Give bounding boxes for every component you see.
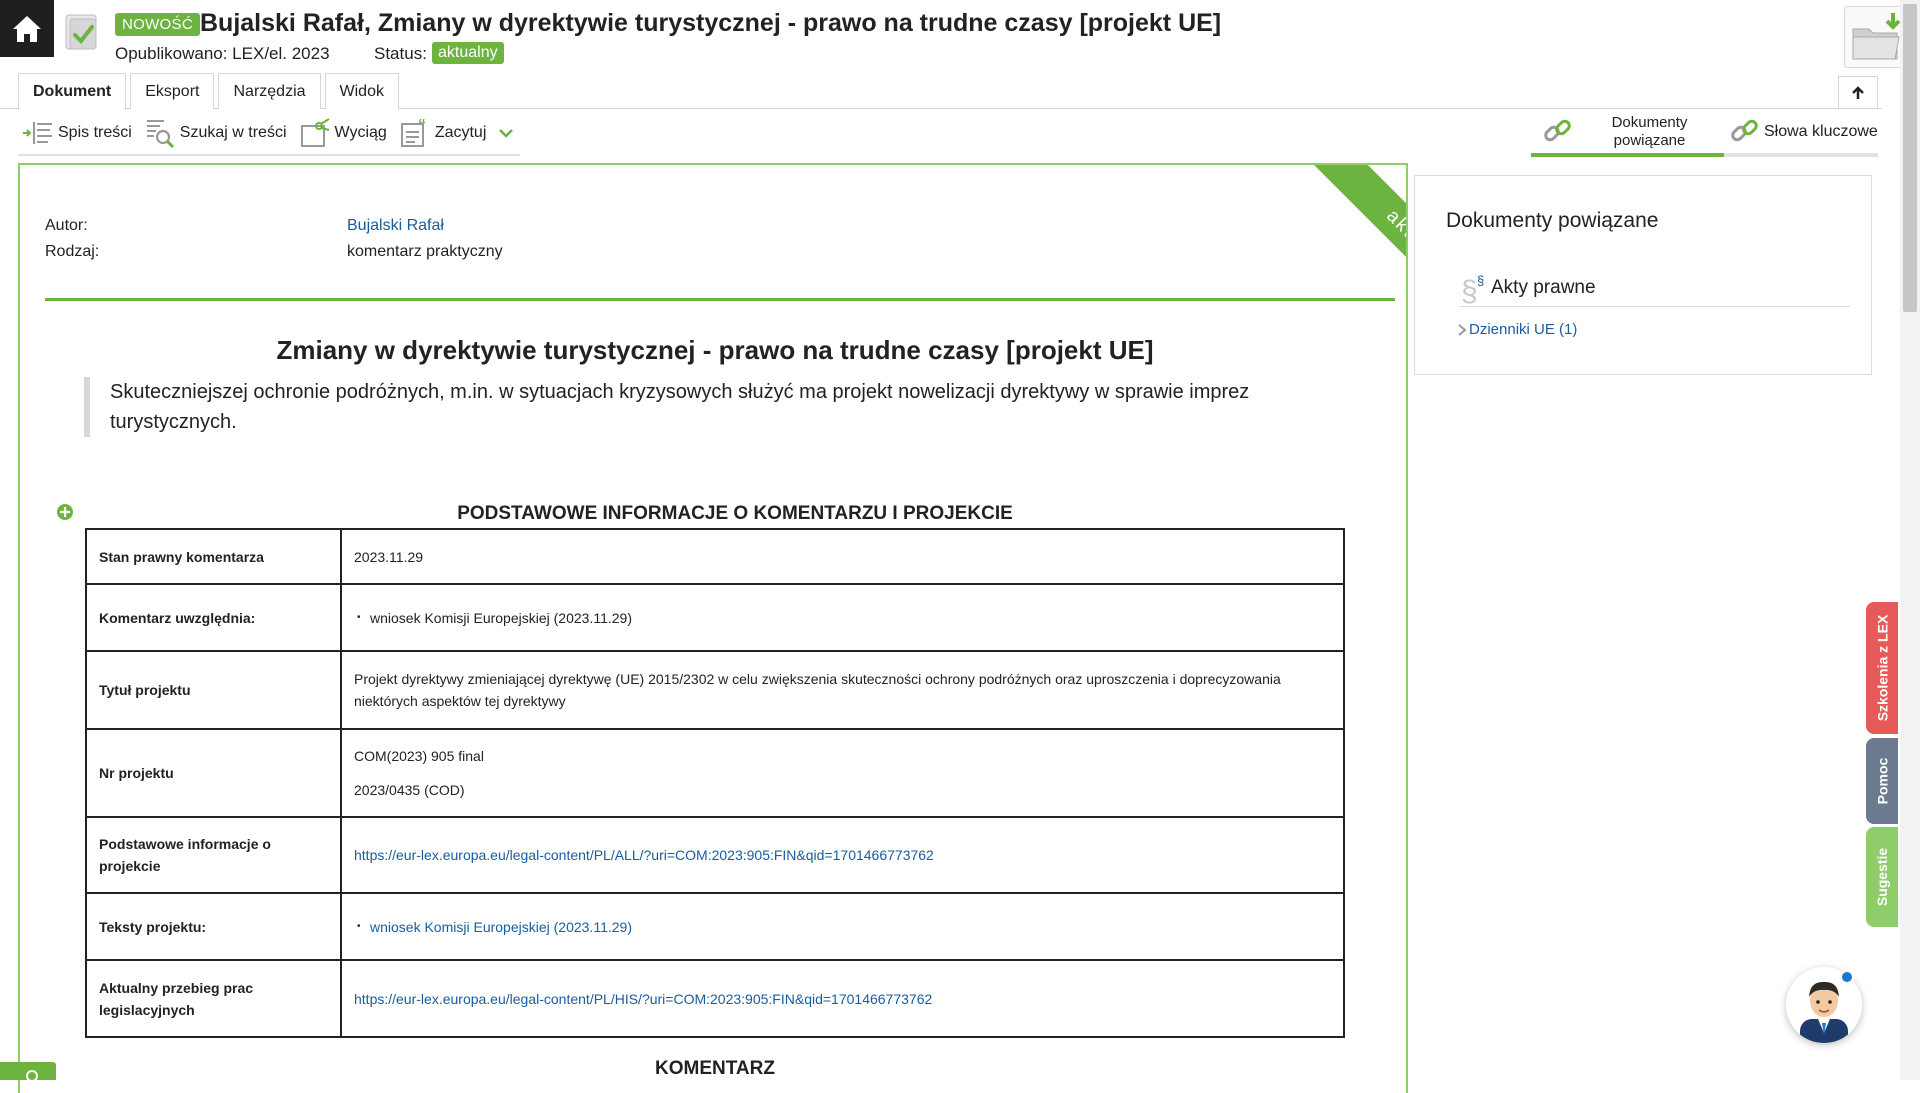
- table-row: Tytuł projektu Projekt dyrektywy zmienia…: [85, 650, 1345, 730]
- table-row: Teksty projektu: wniosek Komisji Europej…: [85, 892, 1345, 961]
- table-value: COM(2023) 905 final 2023/0435 (COD): [340, 728, 1345, 818]
- related-documents-label: Dokumenty powiązane: [1611, 114, 1688, 149]
- svg-text:§: §: [1477, 273, 1484, 288]
- project-text-link[interactable]: wniosek Komisji Europejskiej (2023.11.29…: [370, 919, 632, 935]
- tab-widok[interactable]: Widok: [324, 73, 399, 109]
- scissors-icon: [300, 118, 330, 147]
- table-key: Tytuł projektu: [85, 650, 342, 730]
- excerpt-button[interactable]: Wyciąg: [299, 118, 387, 148]
- table-value: https://eur-lex.europa.eu/legal-content/…: [340, 959, 1345, 1038]
- related-panel-title: Dokumenty powiązane: [1446, 209, 1659, 232]
- new-badge: NOWOŚĆ: [115, 13, 200, 36]
- gear-icon: [26, 1070, 38, 1082]
- suggestions-side-tab[interactable]: Sugestie: [1866, 827, 1898, 927]
- link-icon: [1544, 119, 1571, 142]
- paragraph-icon: § §: [1461, 273, 1484, 305]
- eurlex-info-link[interactable]: https://eur-lex.europa.eu/legal-content/…: [354, 847, 934, 863]
- svg-text:“: “: [418, 118, 426, 134]
- folder-download-icon: [1852, 13, 1901, 60]
- eu-journals-link[interactable]: Dzienniki UE (1): [1455, 321, 1577, 338]
- document-toolbar: Spis treści Szukaj w treści Wyciąg “ Zac…: [22, 112, 530, 154]
- type-label: Rodzaj:: [45, 243, 100, 260]
- chevron-down-icon: [499, 129, 514, 138]
- toc-button[interactable]: Spis treści: [22, 118, 132, 148]
- published-info: Opublikowano: LEX/el. 2023: [115, 44, 330, 63]
- author-link[interactable]: Bujalski Rafał: [347, 217, 444, 235]
- arrow-up-icon: [1852, 86, 1864, 99]
- excerpt-label: Wyciąg: [334, 124, 387, 141]
- svg-text:§: §: [1461, 275, 1478, 305]
- table-key: Komentarz uwzględnia:: [85, 583, 342, 652]
- table-value: Projekt dyrektywy zmieniającej dyrektywę…: [340, 650, 1345, 730]
- link-icon: [1731, 119, 1758, 142]
- document-content: aktualny Autor: Bujalski Rafał Rodzaj: k…: [18, 163, 1408, 1093]
- section-title: PODSTAWOWE INFORMACJE O KOMENTARZU I PRO…: [457, 503, 1013, 524]
- table-value: wniosek Komisji Europejskiej (2023.11.29…: [340, 583, 1345, 652]
- document-check-icon: [64, 11, 102, 51]
- plus-circle-icon: [57, 504, 73, 520]
- eu-journals-label: Dzienniki UE (1): [1469, 321, 1578, 338]
- table-value: wniosek Komisji Europejskiej (2023.11.29…: [340, 892, 1345, 961]
- search-document-icon: [146, 120, 174, 149]
- scrollbar-thumb[interactable]: [1903, 4, 1917, 312]
- table-row: Komentarz uwzględnia: wniosek Komisji Eu…: [85, 583, 1345, 652]
- type-value: komentarz praktyczny: [347, 243, 503, 260]
- eurlex-history-link[interactable]: https://eur-lex.europa.eu/legal-content/…: [354, 991, 932, 1007]
- home-icon: [13, 15, 41, 42]
- toolbar-divider: [18, 154, 520, 156]
- cite-dropdown-button[interactable]: [498, 127, 518, 139]
- status-label: Status:: [374, 44, 427, 63]
- table-key: Teksty projektu:: [85, 892, 342, 961]
- table-key: Aktualny przebieg prac legislacyjnych: [85, 959, 342, 1038]
- table-key: Podstawowe informacje o projekcie: [85, 816, 342, 894]
- table-value: https://eur-lex.europa.eu/legal-content/…: [340, 816, 1345, 894]
- article-title: Zmiany w dyrektywie turystycznej - prawo…: [276, 335, 1154, 365]
- table-row: Nr projektu COM(2023) 905 final 2023/043…: [85, 728, 1345, 818]
- training-side-tab[interactable]: Szkolenia z LEX: [1866, 602, 1898, 734]
- table-key: Stan prawny komentarza: [85, 528, 342, 585]
- scroll-top-button[interactable]: [1838, 76, 1878, 109]
- table-of-contents-icon: [23, 122, 52, 144]
- table-row: Aktualny przebieg prac legislacyjnych ht…: [85, 959, 1345, 1038]
- tab-eksport[interactable]: Eksport: [130, 73, 215, 109]
- author-label: Autor:: [45, 217, 88, 234]
- search-in-content-label: Szukaj w treści: [179, 124, 287, 141]
- search-in-content-button[interactable]: Szukaj w treści: [144, 117, 287, 149]
- legal-acts-group[interactable]: § § Akty prawne: [1459, 269, 1850, 307]
- procedure-number: 2023/0435 (COD): [354, 782, 465, 798]
- chevron-right-icon: [1458, 323, 1467, 336]
- settings-button[interactable]: [0, 1062, 56, 1082]
- cite-button[interactable]: “ Zacytuj: [399, 118, 487, 148]
- quote-icon: “: [400, 118, 426, 147]
- related-documents-button[interactable]: Dokumenty powiązane: [1531, 111, 1724, 157]
- tab-narzedzia[interactable]: Narzędzia: [218, 73, 321, 109]
- related-documents-panel: Dokumenty powiązane § § Akty prawne Dzie…: [1414, 175, 1872, 375]
- table-row: Stan prawny komentarza 2023.11.29: [85, 528, 1345, 585]
- table-row: Podstawowe informacje o projekcie https:…: [85, 816, 1345, 894]
- article-lead: Skuteczniejszej ochronie podróżnych, m.i…: [84, 377, 1354, 437]
- cite-label: Zacytuj: [434, 124, 487, 141]
- table-value: 2023.11.29: [340, 528, 1345, 585]
- comment-section-title: KOMENTARZ: [655, 1058, 775, 1079]
- tab-bar: Dokument Eksport Narzędzia Widok: [18, 73, 403, 110]
- project-number: COM(2023) 905 final: [354, 748, 484, 764]
- table-key: Nr projektu: [85, 728, 342, 818]
- status-badge: aktualny: [432, 42, 504, 64]
- expand-section-button[interactable]: [56, 503, 74, 526]
- legal-acts-label: Akty prawne: [1491, 276, 1596, 298]
- keywords-button[interactable]: Słowa kluczowe: [1724, 111, 1878, 157]
- keywords-label: Słowa kluczowe: [1764, 123, 1878, 140]
- document-title: Bujalski Rafał, Zmiany w dyrektywie tury…: [200, 9, 1222, 37]
- list-item: wniosek Komisji Europejskiej (2023.11.29…: [354, 916, 1331, 938]
- info-table: Stan prawny komentarza 2023.11.29 Koment…: [85, 528, 1345, 1038]
- meta-separator: [45, 298, 1395, 301]
- toc-label: Spis treści: [58, 124, 132, 141]
- home-button[interactable]: [0, 0, 54, 57]
- tab-dokument[interactable]: Dokument: [18, 73, 127, 110]
- add-to-folder-button[interactable]: [1844, 6, 1906, 68]
- help-side-tab[interactable]: Pomoc: [1866, 738, 1898, 824]
- list-item: wniosek Komisji Europejskiej (2023.11.29…: [354, 607, 1331, 629]
- notification-dot: [1840, 970, 1854, 984]
